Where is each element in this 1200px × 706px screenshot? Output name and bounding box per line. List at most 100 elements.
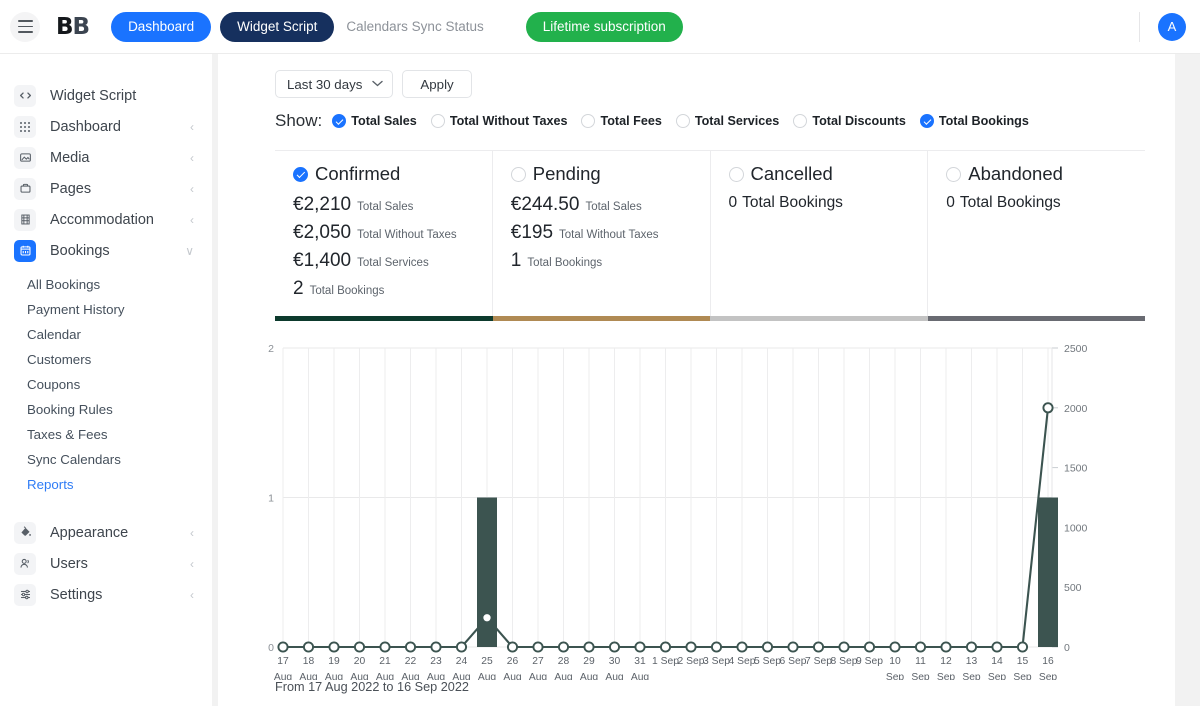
topnav-widget-script-button[interactable]: Widget Script xyxy=(220,12,334,42)
chart-point[interactable] xyxy=(661,642,670,651)
sidebar-subitem-taxes-and-fees[interactable]: Taxes & Fees xyxy=(27,422,212,447)
chart-point[interactable] xyxy=(278,642,287,651)
sidebar-item-accommodation[interactable]: Accommodation ‹ xyxy=(0,204,212,235)
sidebar-subitem-sync-calendars[interactable]: Sync Calendars xyxy=(27,447,212,472)
card-radio-indicator[interactable] xyxy=(946,167,961,182)
chart-point[interactable] xyxy=(865,642,874,651)
chart-point[interactable] xyxy=(355,642,364,651)
avatar[interactable]: A xyxy=(1158,13,1186,41)
sidebar-subitem-customers[interactable]: Customers xyxy=(27,347,212,372)
chart-point[interactable] xyxy=(814,642,823,651)
topbar-right-group: A xyxy=(1139,12,1200,42)
chart-point[interactable] xyxy=(1043,403,1052,412)
card-radio-indicator[interactable] xyxy=(511,167,526,182)
chart-point[interactable] xyxy=(431,642,440,651)
chart-point[interactable] xyxy=(635,642,644,651)
radio-indicator xyxy=(920,114,934,128)
sidebar-subitem-payment-history[interactable]: Payment History xyxy=(27,297,212,322)
card-stat: 2 Total Bookings xyxy=(293,278,492,300)
radio-total-bookings[interactable]: Total Bookings xyxy=(920,114,1029,128)
sidebar-item-media[interactable]: Media ‹ xyxy=(0,142,212,173)
date-range-select[interactable]: Last 30 days xyxy=(275,70,393,98)
lifetime-subscription-button[interactable]: Lifetime subscription xyxy=(526,12,683,42)
date-range-select-value: Last 30 days xyxy=(287,77,362,92)
chart-point[interactable] xyxy=(737,642,746,651)
x-axis-tick: 2 Sep xyxy=(678,656,705,667)
sidebar-subitem-coupons[interactable]: Coupons xyxy=(27,372,212,397)
accent-bar-pending xyxy=(493,316,711,321)
status-card-abandoned[interactable]: Abandoned 0 Total Bookings xyxy=(928,151,1145,316)
status-card-cancelled[interactable]: Cancelled 0 Total Bookings xyxy=(711,151,929,316)
topnav-calendars-sync-status-link[interactable]: Calendars Sync Status xyxy=(346,19,483,34)
chart-point[interactable] xyxy=(1018,642,1027,651)
chart-point[interactable] xyxy=(941,642,950,651)
show-options-row: Show: Total Sales Total Without Taxes To… xyxy=(218,98,1175,131)
brand-logo[interactable]: BB xyxy=(56,14,89,40)
topnav-dashboard-button[interactable]: Dashboard xyxy=(111,12,211,42)
card-stat-value: €1,400 xyxy=(293,250,351,272)
card-stat: 0 Total Bookings xyxy=(946,194,1145,212)
radio-indicator xyxy=(793,114,807,128)
chart-point[interactable] xyxy=(584,642,593,651)
card-radio-indicator[interactable] xyxy=(729,167,744,182)
x-axis-tick-month: Aug xyxy=(452,672,471,680)
radio-total-services[interactable]: Total Services xyxy=(676,114,779,128)
card-stat-label: Total Without Taxes xyxy=(357,229,457,241)
chart-point[interactable] xyxy=(967,642,976,651)
chart-point[interactable] xyxy=(329,642,338,651)
chart-point[interactable] xyxy=(839,642,848,651)
chart-point[interactable] xyxy=(788,642,797,651)
radio-total-sales[interactable]: Total Sales xyxy=(332,114,417,128)
sidebar-item-label: Bookings xyxy=(50,243,185,259)
chart-point[interactable] xyxy=(533,642,542,651)
status-card-confirmed[interactable]: Confirmed €2,210 Total Sales €2,050 Tota… xyxy=(275,151,493,316)
chart-point[interactable] xyxy=(508,642,517,651)
status-card-pending[interactable]: Pending €244.50 Total Sales €195 Total W… xyxy=(493,151,711,316)
sidebar-subitem-all-bookings[interactable]: All Bookings xyxy=(27,272,212,297)
card-radio-indicator[interactable] xyxy=(293,167,308,182)
radio-total-fees[interactable]: Total Fees xyxy=(581,114,661,128)
chart-point[interactable] xyxy=(890,642,899,651)
x-axis-tick: 3 Sep xyxy=(703,656,730,667)
sidebar-subitem-booking-rules[interactable]: Booking Rules xyxy=(27,397,212,422)
sidebar-item-bookings[interactable]: Bookings ∨ xyxy=(0,235,212,266)
chart-point[interactable] xyxy=(482,613,491,622)
sidebar-item-users[interactable]: Users ‹ xyxy=(0,548,212,579)
chart-point[interactable] xyxy=(559,642,568,651)
radio-indicator xyxy=(431,114,445,128)
hamburger-icon[interactable] xyxy=(10,12,40,42)
sidebar-item-widget-script[interactable]: Widget Script xyxy=(0,80,212,111)
chevron-left-icon: ‹ xyxy=(190,589,194,601)
chart-point[interactable] xyxy=(304,642,313,651)
sidebar-subitem-reports[interactable]: Reports xyxy=(27,472,212,497)
card-title: Pending xyxy=(533,163,601,185)
sidebar-item-appearance[interactable]: Appearance ‹ xyxy=(0,517,212,548)
sidebar-item-pages[interactable]: Pages ‹ xyxy=(0,173,212,204)
chart-point[interactable] xyxy=(380,642,389,651)
chart-point[interactable] xyxy=(686,642,695,651)
apply-button[interactable]: Apply xyxy=(402,70,471,98)
sidebar-item-settings[interactable]: Settings ‹ xyxy=(0,579,212,610)
chart-caption: From 17 Aug 2022 to 16 Sep 2022 xyxy=(275,680,1175,694)
radio-total-discounts[interactable]: Total Discounts xyxy=(793,114,906,128)
chart-point[interactable] xyxy=(916,642,925,651)
chart-bar[interactable] xyxy=(1038,498,1058,648)
card-stat: €244.50 Total Sales xyxy=(511,194,710,216)
chevron-left-icon: ‹ xyxy=(190,152,194,164)
chart-point[interactable] xyxy=(712,642,721,651)
accent-bar-cancelled xyxy=(710,316,928,321)
radio-label: Total Fees xyxy=(600,114,661,128)
radio-total-without-taxes[interactable]: Total Without Taxes xyxy=(431,114,568,128)
building-icon xyxy=(14,209,36,231)
chart-point[interactable] xyxy=(457,642,466,651)
card-stat: 1 Total Bookings xyxy=(511,250,710,272)
chart-point[interactable] xyxy=(610,642,619,651)
sidebar-subitem-calendar[interactable]: Calendar xyxy=(27,322,212,347)
card-header: Confirmed xyxy=(293,163,492,185)
chart-point[interactable] xyxy=(992,642,1001,651)
chart-point[interactable] xyxy=(763,642,772,651)
x-axis-tick-month: Aug xyxy=(325,672,344,680)
sidebar-item-dashboard[interactable]: Dashboard ‹ xyxy=(0,111,212,142)
chart-point[interactable] xyxy=(406,642,415,651)
x-axis-tick: 22 xyxy=(405,656,417,667)
